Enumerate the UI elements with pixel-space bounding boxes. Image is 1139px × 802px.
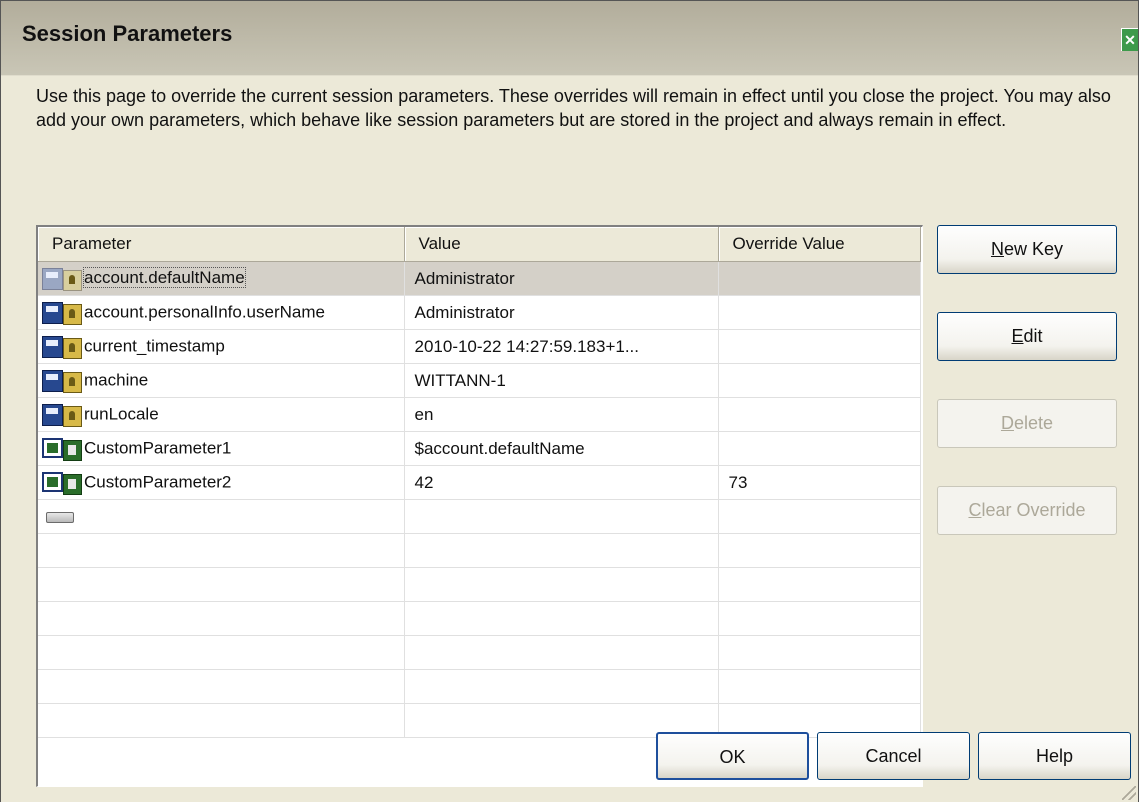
parameter-value: 42 [404,465,719,500]
delete-label-rest: elete [1013,413,1054,433]
edit-button[interactable]: Edit [937,312,1117,361]
parameter-name: CustomParameter2 [84,471,232,491]
empty-row [38,601,921,636]
custom-parameter-icon [42,471,82,495]
delete-mnemonic: D [1000,413,1014,433]
parameter-name: CustomParameter1 [84,437,232,457]
table-row[interactable]: current_timestamp 2010-10-22 14:27:59.18… [38,329,921,364]
override-value-cell[interactable] [718,363,921,398]
help-button[interactable]: Help [978,732,1131,780]
override-value-cell[interactable]: 73 [718,465,921,500]
empty-row [38,635,921,670]
clear-override-mnemonic: C [968,500,982,520]
session-parameter-icon [42,335,82,359]
edit-mnemonic: E [1011,326,1024,346]
session-parameter-icon [42,369,82,393]
override-value-cell[interactable] [718,295,921,330]
parameter-name: current_timestamp [84,335,225,355]
title-bar: Session Parameters ✕ [1,1,1138,75]
table-row[interactable]: account.defaultName Administrator [38,261,921,296]
column-header-value[interactable]: Value [404,227,719,262]
clear-override-button[interactable]: Clear Override [937,486,1117,535]
resize-grip-icon[interactable] [1122,786,1136,800]
session-parameter-icon [42,403,82,427]
table-row[interactable]: machine WITTANN-1 [38,363,921,398]
table-row[interactable]: CustomParameter2 42 73 [38,465,921,500]
new-key-label-rest: ew Key [1003,239,1064,259]
empty-row [38,533,921,568]
ok-button[interactable]: OK [656,732,809,780]
table-row[interactable]: account.personalInfo.userName Administra… [38,295,921,330]
parameter-value: en [404,397,719,432]
new-row-icon [46,511,74,523]
parameters-grid: Parameter Value Override Value account.d… [36,225,923,787]
parameter-name: account.defaultName [83,266,246,288]
column-header-override-value[interactable]: Override Value [718,227,921,262]
parameter-name: machine [84,369,149,389]
dialog-body: Use this page to override the current se… [1,75,1138,802]
empty-row [38,567,921,602]
parameter-value: Administrator [404,295,719,330]
column-header-parameter[interactable]: Parameter [38,227,405,262]
parameter-name: account.personalInfo.userName [84,301,325,321]
description-text: Use this page to override the current se… [36,86,1111,130]
new-key-button[interactable]: New Key [937,225,1117,274]
delete-button[interactable]: Delete [937,399,1117,448]
empty-row [38,669,921,704]
edit-label-rest: dit [1023,326,1043,346]
grid-header-row: Parameter Value Override Value [38,227,921,262]
table-row[interactable]: CustomParameter1 $account.defaultName [38,431,921,466]
close-icon[interactable]: ✕ [1121,28,1138,51]
new-row[interactable] [38,499,921,534]
override-value-cell[interactable] [718,329,921,364]
parameter-value: WITTANN-1 [404,363,719,398]
table-row[interactable]: runLocale en [38,397,921,432]
clear-override-label-rest: lear Override [981,500,1086,520]
parameter-value: 2010-10-22 14:27:59.183+1... [404,329,719,364]
new-key-mnemonic: N [990,239,1004,259]
override-value-cell[interactable] [718,397,921,432]
session-parameter-icon [42,301,82,325]
override-value-cell[interactable] [718,261,921,296]
parameter-value: $account.defaultName [404,431,719,466]
parameter-value: Administrator [404,261,719,296]
session-parameter-icon [42,267,82,291]
cancel-button[interactable]: Cancel [817,732,970,780]
override-value-cell[interactable] [718,431,921,466]
dialog-title: Session Parameters [22,21,233,46]
parameter-name: runLocale [84,403,159,423]
custom-parameter-icon [42,437,82,461]
session-parameters-dialog: Session Parameters ✕ Use this page to ov… [0,0,1139,802]
